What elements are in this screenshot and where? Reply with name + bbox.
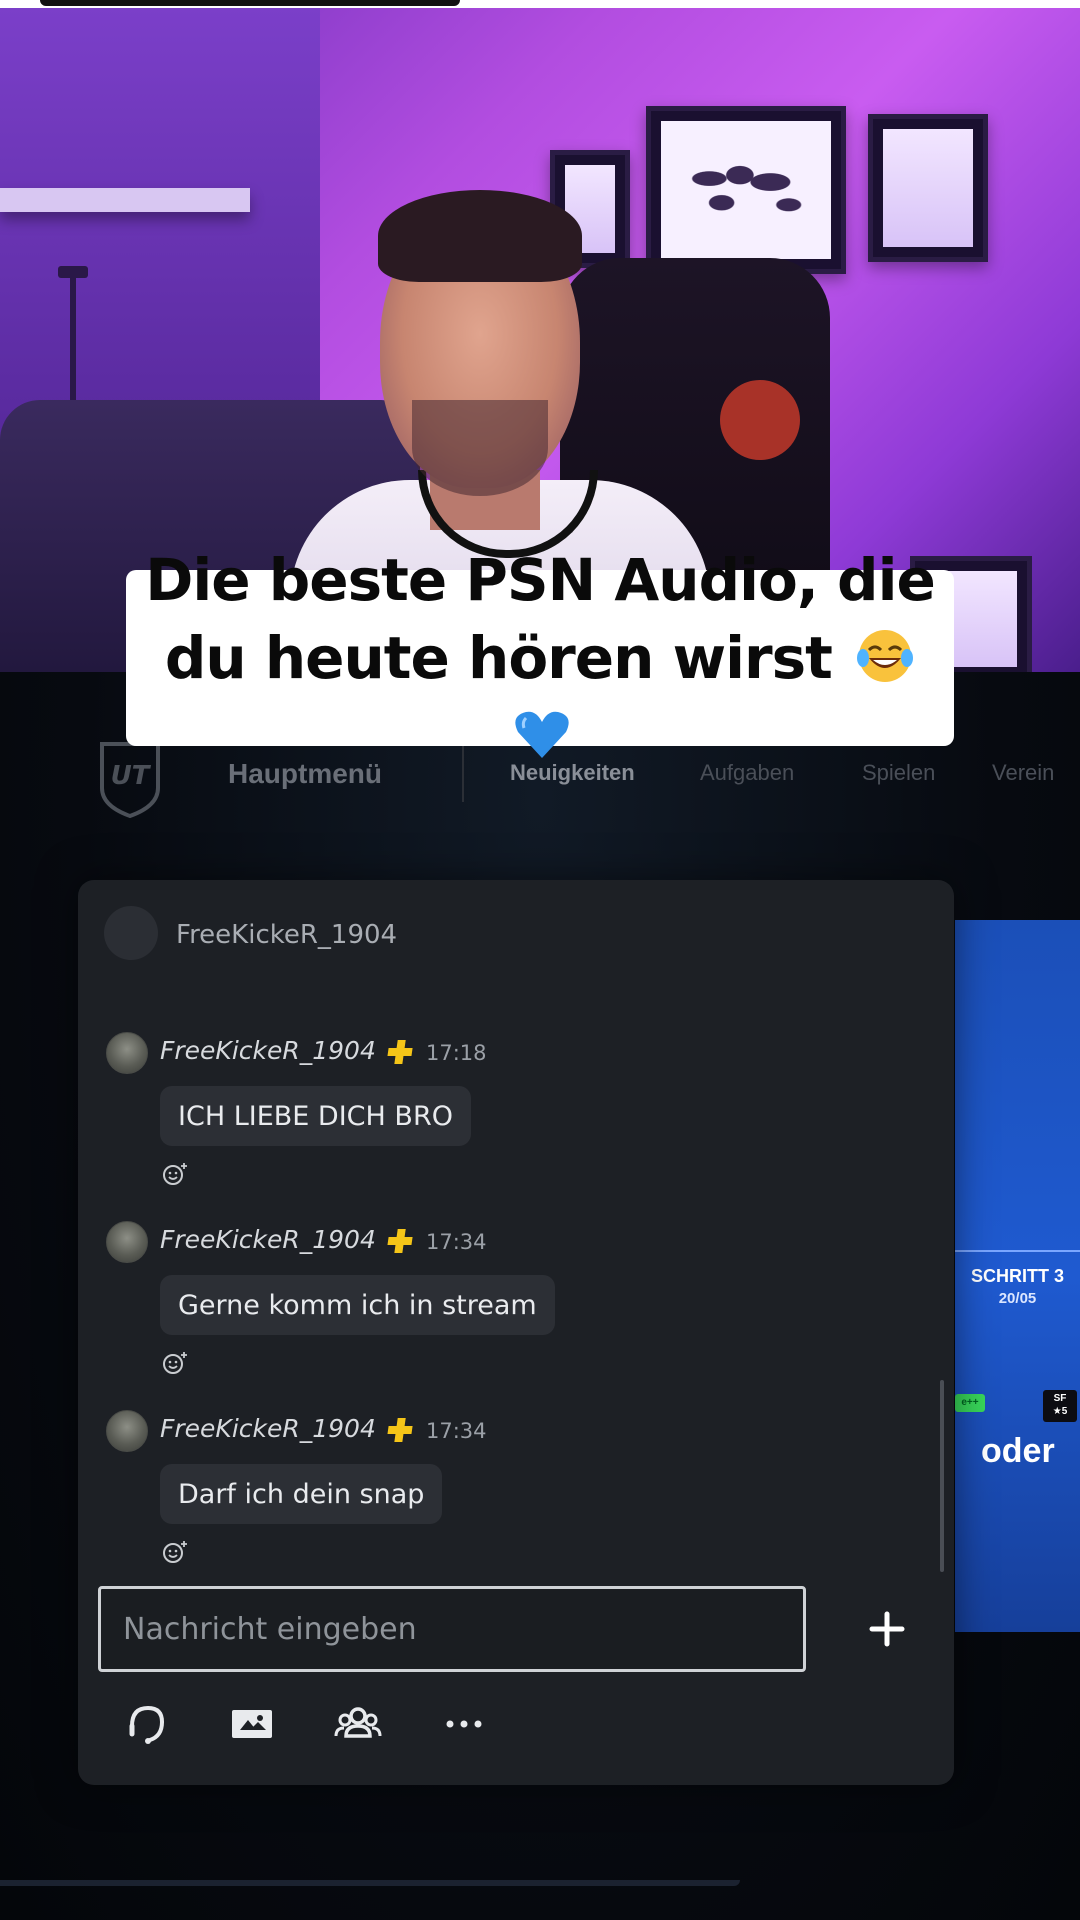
add-reaction-icon[interactable]	[162, 1162, 188, 1186]
add-reaction-icon[interactable]	[162, 1351, 188, 1375]
psn-chat-panel: FreeKickeR_1904 FreeKickeR_1904 17:18 IC…	[78, 880, 954, 1785]
promo-tile[interactable]: SCHRITT 3 20/05 e++ SF ★5 oder	[955, 920, 1080, 1632]
person-beard	[412, 400, 548, 496]
avatar[interactable]	[106, 1032, 148, 1074]
promo-chip-sf: SF ★5	[1043, 1390, 1077, 1422]
wall-shelf	[0, 188, 250, 212]
share-screen-icon[interactable]	[228, 1700, 276, 1748]
headset-icon[interactable]	[122, 1700, 170, 1748]
video-caption: Die beste PSN Audio, die du heute hören …	[126, 546, 954, 758]
group-icon[interactable]	[334, 1700, 382, 1748]
chair-accent	[720, 380, 800, 460]
more-icon[interactable]	[440, 1700, 488, 1748]
ps-plus-icon	[387, 1040, 413, 1064]
chat-message: FreeKickeR_1904 17:18 ICH LIEBE DICH BRO	[106, 1032, 906, 1202]
chat-message: FreeKickeR_1904 17:34 Darf ich dein snap	[106, 1410, 906, 1580]
message-input-placeholder: Nachricht eingeben	[123, 1611, 417, 1647]
promo-step: SCHRITT 3	[970, 1266, 1064, 1286]
message-time: 17:34	[426, 1230, 487, 1254]
promo-chip-sf-line1: SF	[1053, 1393, 1067, 1404]
avatar[interactable]	[106, 1221, 148, 1263]
message-bubble[interactable]: Gerne komm ich in stream	[160, 1275, 555, 1335]
picture-frame-world-map	[646, 106, 846, 274]
ps-plus-icon	[387, 1229, 413, 1253]
blue-heart-icon	[515, 711, 569, 758]
message-bubble[interactable]: Darf ich dein snap	[160, 1464, 443, 1524]
person-hair	[378, 190, 582, 282]
message-time: 17:34	[426, 1419, 487, 1443]
header-avatar[interactable]	[104, 906, 158, 960]
promo-chip-green: e++	[955, 1394, 985, 1412]
message-username[interactable]: FreeKickeR_1904	[160, 1036, 376, 1065]
message-username[interactable]: FreeKickeR_1904	[160, 1225, 376, 1254]
avatar[interactable]	[106, 1410, 148, 1452]
top-notch	[40, 0, 460, 6]
picture-frame-eiffel	[868, 114, 988, 262]
chat-header-name[interactable]: FreeKickeR_1904	[176, 920, 397, 950]
bottom-edge	[0, 1880, 740, 1886]
promo-word: oder	[981, 1432, 1055, 1470]
add-reaction-icon[interactable]	[162, 1540, 188, 1564]
chat-message: FreeKickeR_1904 17:34 Gerne komm ich in …	[106, 1221, 906, 1391]
chat-scrollbar[interactable]	[940, 1380, 944, 1572]
caption-text: Die beste PSN Audio, die du heute hören …	[145, 546, 936, 692]
face-with-tears-of-joy-icon	[857, 630, 914, 682]
message-bubble[interactable]: ICH LIEBE DICH BRO	[160, 1086, 471, 1146]
message-input[interactable]: Nachricht eingeben	[98, 1586, 806, 1672]
message-username[interactable]: FreeKickeR_1904	[160, 1414, 376, 1443]
message-time: 17:18	[426, 1041, 487, 1065]
tab-verein[interactable]: Verein	[992, 760, 1054, 786]
promo-chip-sf-line2: ★5	[1052, 1406, 1068, 1417]
promo-divider	[955, 1250, 1080, 1252]
ps-plus-icon	[387, 1418, 413, 1442]
promo-date: 20/05	[998, 1290, 1037, 1307]
add-attachment-button[interactable]	[864, 1606, 910, 1652]
